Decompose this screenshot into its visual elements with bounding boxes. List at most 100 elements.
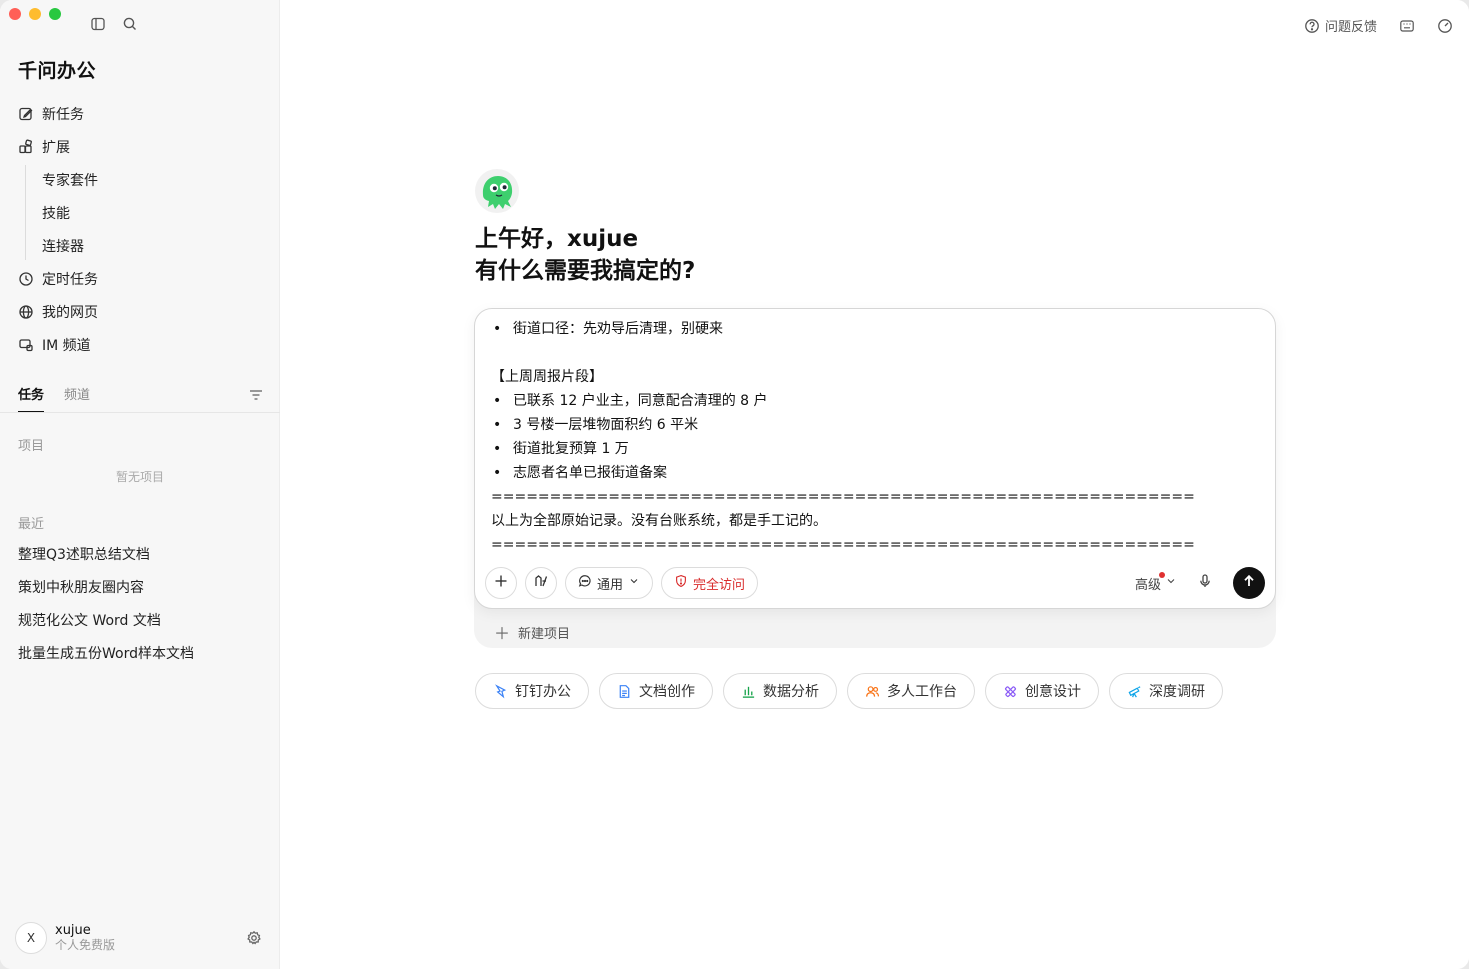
chevron-down-icon bbox=[628, 575, 640, 591]
composer-line: 3 号楼一层堆物面积约 6 平米 bbox=[491, 413, 1261, 437]
user-info: xujue 个人免费版 bbox=[55, 923, 115, 953]
nav-connectors[interactable]: 连接器 bbox=[0, 229, 280, 262]
nav-label: 我的网页 bbox=[42, 304, 98, 321]
feedback-button[interactable]: 问题反馈 bbox=[1304, 16, 1377, 35]
speed-gauge-icon[interactable] bbox=[1437, 18, 1453, 34]
top-right-actions: 问题反馈 bbox=[1304, 16, 1453, 35]
list-item[interactable]: 批量生成五份Word样本文档 bbox=[18, 636, 194, 669]
recent-label: 最近 bbox=[18, 517, 45, 532]
send-button[interactable] bbox=[1233, 567, 1265, 599]
tab-channels[interactable]: 频道 bbox=[64, 384, 90, 413]
projects-empty: 暂无项目 bbox=[115, 470, 164, 484]
recent-list: 整理Q3述职总结文档 策划中秋朋友圈内容 规范化公文 Word 文档 批量生成五… bbox=[18, 537, 194, 669]
chip-data-analysis[interactable]: 数据分析 bbox=[723, 673, 837, 709]
composer-line: ========================================… bbox=[491, 537, 1195, 553]
quick-action-chips: 钉钉办公 文档创作 数据分析 多人工作台 创意设计 深度调研 bbox=[475, 673, 1223, 709]
chart-icon bbox=[741, 684, 756, 699]
chip-deep-research[interactable]: 深度调研 bbox=[1109, 673, 1223, 709]
filter-icon[interactable] bbox=[248, 387, 264, 403]
nav-label: IM 频道 bbox=[42, 337, 91, 354]
access-label: 完全访问 bbox=[693, 577, 746, 593]
composer-line: ========================================… bbox=[491, 489, 1195, 505]
nav-im-channel[interactable]: IM 频道 bbox=[0, 328, 280, 361]
composer-line bbox=[491, 341, 1261, 365]
document-icon bbox=[617, 684, 632, 699]
tabs-divider bbox=[0, 412, 280, 413]
nav-extension[interactable]: 扩展 bbox=[0, 130, 280, 163]
list-item[interactable]: 规范化公文 Word 文档 bbox=[18, 603, 194, 636]
composer-line: 志愿者名单已报街道备案 bbox=[491, 461, 1261, 485]
im-channel-icon bbox=[18, 337, 34, 353]
nav-skills[interactable]: 技能 bbox=[0, 196, 280, 229]
composer-actions: 高级 bbox=[1135, 567, 1265, 599]
microphone-icon bbox=[1197, 573, 1213, 593]
greeting-line-1: 上午好，xujue bbox=[475, 226, 639, 252]
chip-label: 钉钉办公 bbox=[515, 684, 571, 700]
sidebar-tabs: 任务 频道 bbox=[18, 384, 90, 413]
chip-multi-user-workspace[interactable]: 多人工作台 bbox=[847, 673, 975, 709]
greeting: 上午好，xujue 有什么需要我搞定的? bbox=[475, 223, 695, 287]
full-access-button[interactable]: 完全访问 bbox=[661, 567, 759, 599]
advanced-select[interactable]: 高级 bbox=[1135, 571, 1177, 593]
composer: ＋ 新建项目 街道口径：先劝导后清理，别硬来 【上周周报片段】已联系 12 户业… bbox=[474, 308, 1276, 649]
nav-new-task[interactable]: 新任务 bbox=[0, 97, 280, 130]
greeting-line-2: 有什么需要我搞定的? bbox=[475, 258, 696, 284]
composer-line: 【上周周报片段】 bbox=[491, 369, 603, 385]
plus-icon bbox=[493, 573, 509, 593]
close-window-button[interactable] bbox=[9, 8, 21, 20]
new-project-button[interactable]: ＋ 新建项目 bbox=[494, 620, 570, 644]
microphone-button[interactable] bbox=[1189, 567, 1221, 599]
design-icon bbox=[1003, 684, 1018, 699]
tab-tasks[interactable]: 任务 bbox=[18, 384, 45, 413]
edit-icon bbox=[18, 106, 34, 122]
main-panel: 问题反馈 上午好，xujue 有什么需要我搞定的? ＋ 新建项目 • 街道口径：… bbox=[280, 0, 1469, 969]
projects-label: 项目 bbox=[18, 439, 45, 454]
composer-card: 街道口径：先劝导后清理，别硬来 【上周周报片段】已联系 12 户业主，同意配合清… bbox=[474, 308, 1276, 609]
notification-dot bbox=[1158, 571, 1165, 578]
composer-line: 已联系 12 户业主，同意配合清理的 8 户 bbox=[491, 389, 1261, 413]
chip-dingtalk[interactable]: 钉钉办公 bbox=[475, 673, 589, 709]
clock-icon bbox=[18, 271, 34, 287]
chip-label: 创意设计 bbox=[1025, 684, 1081, 700]
shield-icon bbox=[674, 574, 688, 592]
sidebar: 千问办公 新任务 扩展 专家套件 技能 连接器 定时任务 我的网页 IM 频道 … bbox=[0, 0, 280, 969]
search-icon[interactable] bbox=[122, 16, 138, 32]
list-item[interactable]: 策划中秋朋友圈内容 bbox=[18, 570, 194, 603]
nav-my-pages[interactable]: 我的网页 bbox=[0, 295, 280, 328]
composer-line: 街道口径：先劝导后清理，别硬来 bbox=[491, 317, 1261, 341]
maximize-window-button[interactable] bbox=[49, 8, 61, 20]
chevron-down-icon bbox=[1165, 575, 1177, 591]
extension-subitems: 专家套件 技能 连接器 bbox=[0, 163, 280, 262]
extension-icon bbox=[18, 139, 34, 155]
message-input[interactable]: 街道口径：先劝导后清理，别硬来 【上周周报片段】已联系 12 户业主，同意配合清… bbox=[491, 317, 1261, 555]
telescope-icon bbox=[1127, 684, 1142, 699]
user-plan: 个人免费版 bbox=[55, 938, 116, 952]
sidebar-toggle-icon[interactable] bbox=[90, 16, 106, 32]
list-item[interactable]: 整理Q3述职总结文档 bbox=[18, 537, 194, 570]
tools-button[interactable] bbox=[525, 567, 557, 599]
add-attachment-button[interactable] bbox=[485, 567, 517, 599]
new-project-label: 新建项目 bbox=[518, 626, 571, 642]
dingtalk-icon bbox=[493, 683, 508, 699]
chat-bubble-icon bbox=[578, 574, 592, 592]
keyboard-icon[interactable] bbox=[1399, 18, 1415, 34]
chip-document[interactable]: 文档创作 bbox=[599, 673, 713, 709]
chip-label: 数据分析 bbox=[763, 684, 819, 700]
minimize-window-button[interactable] bbox=[29, 8, 41, 20]
gear-icon[interactable] bbox=[246, 930, 262, 946]
nav-expert-suite[interactable]: 专家套件 bbox=[0, 163, 280, 196]
mode-select[interactable]: 通用 bbox=[565, 567, 654, 599]
globe-icon bbox=[18, 304, 34, 320]
chip-label: 多人工作台 bbox=[887, 684, 957, 700]
nav-scheduled-tasks[interactable]: 定时任务 bbox=[0, 262, 280, 295]
avatar: X bbox=[15, 922, 47, 954]
help-circle-icon bbox=[1304, 18, 1320, 34]
mascot-logo bbox=[475, 169, 519, 213]
app-window: 千问办公 新任务 扩展 专家套件 技能 连接器 定时任务 我的网页 IM 频道 … bbox=[0, 0, 1469, 969]
user-profile[interactable]: X xujue 个人免费版 bbox=[15, 922, 115, 954]
app-title: 千问办公 bbox=[18, 60, 97, 82]
window-controls bbox=[9, 8, 61, 20]
chip-creative-design[interactable]: 创意设计 bbox=[985, 673, 1099, 709]
nav-label: 扩展 bbox=[42, 139, 70, 156]
composer-toolbar: 通用 完全访问 bbox=[485, 567, 759, 599]
